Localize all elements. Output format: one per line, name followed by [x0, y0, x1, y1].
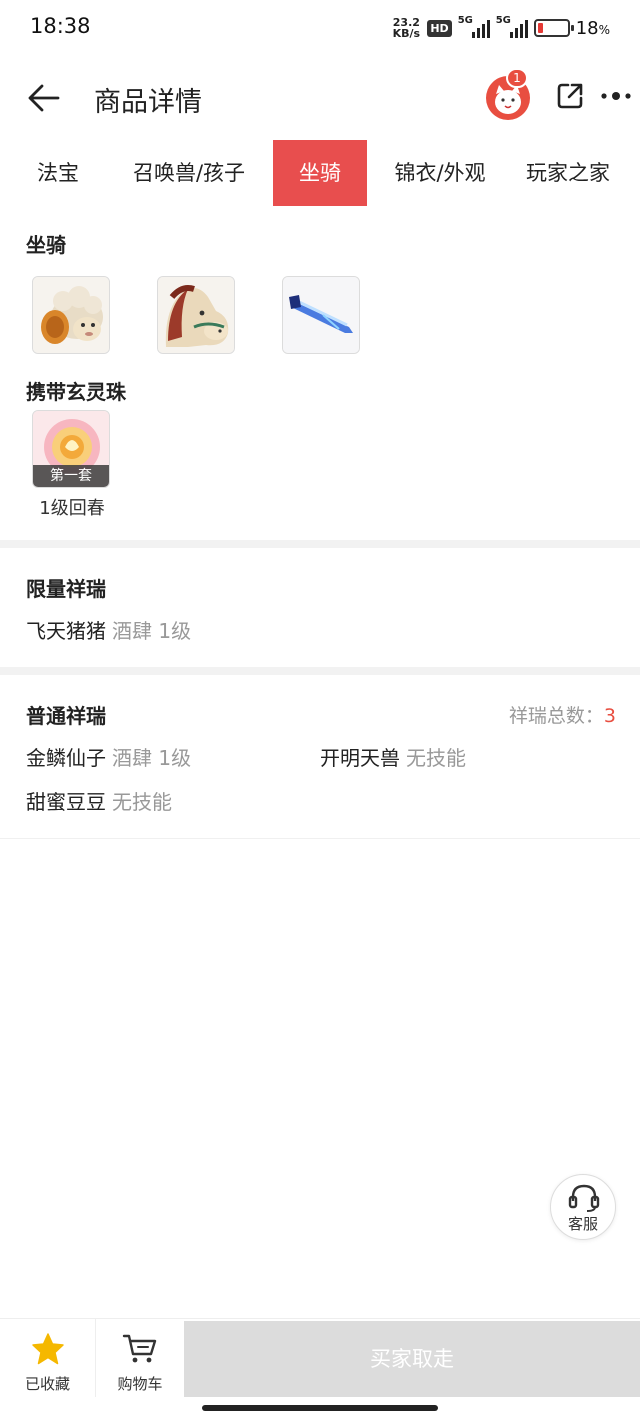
mount-section-title: 坐骑: [26, 233, 66, 257]
mount-item-sword[interactable]: [282, 276, 360, 354]
battery-percent-unit: %: [598, 22, 610, 37]
battery-percent-value: 18: [575, 17, 599, 39]
normal-item: 金鳞仙子 酒肆 1级: [26, 742, 191, 771]
share-icon: [557, 83, 583, 109]
normal-item-detail: 无技能: [112, 790, 172, 814]
pearl-set-label: 第一套: [33, 465, 109, 487]
bottom-bar: 已收藏 购物车 买家取走: [0, 1318, 640, 1398]
mount-item-sheep[interactable]: [32, 276, 110, 354]
battery-level: [537, 23, 543, 33]
section-bottom-line: [0, 838, 640, 839]
total-count: 祥瑞总数：3: [509, 701, 616, 728]
favorite-button[interactable]: 已收藏: [0, 1319, 95, 1399]
normal-item-detail: 无技能: [406, 746, 466, 770]
buy-button[interactable]: 买家取走: [184, 1321, 640, 1397]
home-indicator: [202, 1405, 438, 1411]
battery-icon: [533, 19, 574, 37]
limited-item-detail: 酒肆 1级: [112, 619, 192, 643]
normal-section-title: 普通祥瑞: [26, 704, 106, 728]
normal-item-name: 甜蜜豆豆: [26, 790, 106, 814]
more-dots-icon: [601, 92, 631, 100]
tab-player-home[interactable]: 玩家之家: [526, 140, 640, 206]
network-speed-unit: KB/s: [392, 27, 421, 40]
header: 商品详情 1: [0, 56, 640, 140]
tab-mount[interactable]: 坐骑: [273, 140, 367, 206]
tab-fabao[interactable]: 法宝: [18, 140, 98, 206]
signal-type-label: 5G: [457, 15, 473, 26]
limited-item-name: 飞天猪猪: [26, 619, 106, 643]
normal-item: 开明天兽 无技能: [320, 742, 466, 771]
signal-icon: 5G: [457, 15, 490, 38]
section-divider: [0, 540, 640, 548]
notification-badge: 1: [506, 68, 528, 88]
normal-item: 甜蜜豆豆 无技能: [26, 786, 172, 815]
section-divider-2: [0, 667, 640, 675]
headset-icon: [568, 1184, 600, 1212]
pearl-caption: 1级回春: [39, 498, 105, 519]
customer-service-button[interactable]: 客服: [550, 1174, 616, 1240]
status-icons: 23.2 KB/s HD 5G 5G 18%: [391, 14, 610, 42]
normal-item-detail: 酒肆 1级: [112, 746, 192, 770]
star-icon: [32, 1333, 64, 1365]
back-button[interactable]: [24, 78, 64, 118]
status-bar: 18:38 23.2 KB/s HD 5G 5G 18%: [0, 0, 640, 56]
favorite-label: 已收藏: [24, 1375, 70, 1393]
mount-item-horse[interactable]: [157, 276, 235, 354]
hd-icon: HD: [427, 19, 452, 37]
horse-mount-icon: [158, 277, 234, 353]
total-count-value: 3: [603, 705, 616, 727]
network-speed: 23.2 KB/s: [391, 17, 421, 39]
signal-icon-2: 5G: [495, 15, 528, 38]
tab-outfit[interactable]: 锦衣/外观: [382, 140, 498, 206]
battery-percent: 18%: [576, 18, 610, 39]
normal-item-name: 开明天兽: [320, 746, 400, 770]
more-button[interactable]: [600, 84, 634, 108]
cart-button[interactable]: 购物车: [96, 1319, 184, 1399]
limited-section-title: 限量祥瑞: [26, 577, 106, 601]
category-tabs: 法宝 召唤兽/孩子 坐骑 锦衣/外观 玩家之家: [0, 140, 640, 206]
share-button[interactable]: [554, 80, 586, 112]
pearl-item[interactable]: 第一套: [32, 410, 110, 488]
page-title: 商品详情: [94, 87, 202, 118]
cart-label: 购物车: [117, 1375, 163, 1393]
customer-service-label: 客服: [567, 1215, 598, 1233]
total-count-label: 祥瑞总数：: [508, 705, 604, 727]
sword-mount-icon: [283, 277, 359, 353]
cart-icon: [122, 1334, 157, 1363]
status-time: 18:38: [30, 14, 91, 38]
limited-item: 飞天猪猪 酒肆 1级: [26, 615, 191, 644]
tab-summon-child[interactable]: 召唤兽/孩子: [120, 140, 258, 206]
normal-item-name: 金鳞仙子: [26, 746, 106, 770]
signal-type-label-2: 5G: [495, 15, 511, 26]
pearl-section-title: 携带玄灵珠: [26, 380, 126, 404]
back-arrow-icon: [28, 84, 60, 112]
sheep-mount-icon: [33, 277, 109, 353]
